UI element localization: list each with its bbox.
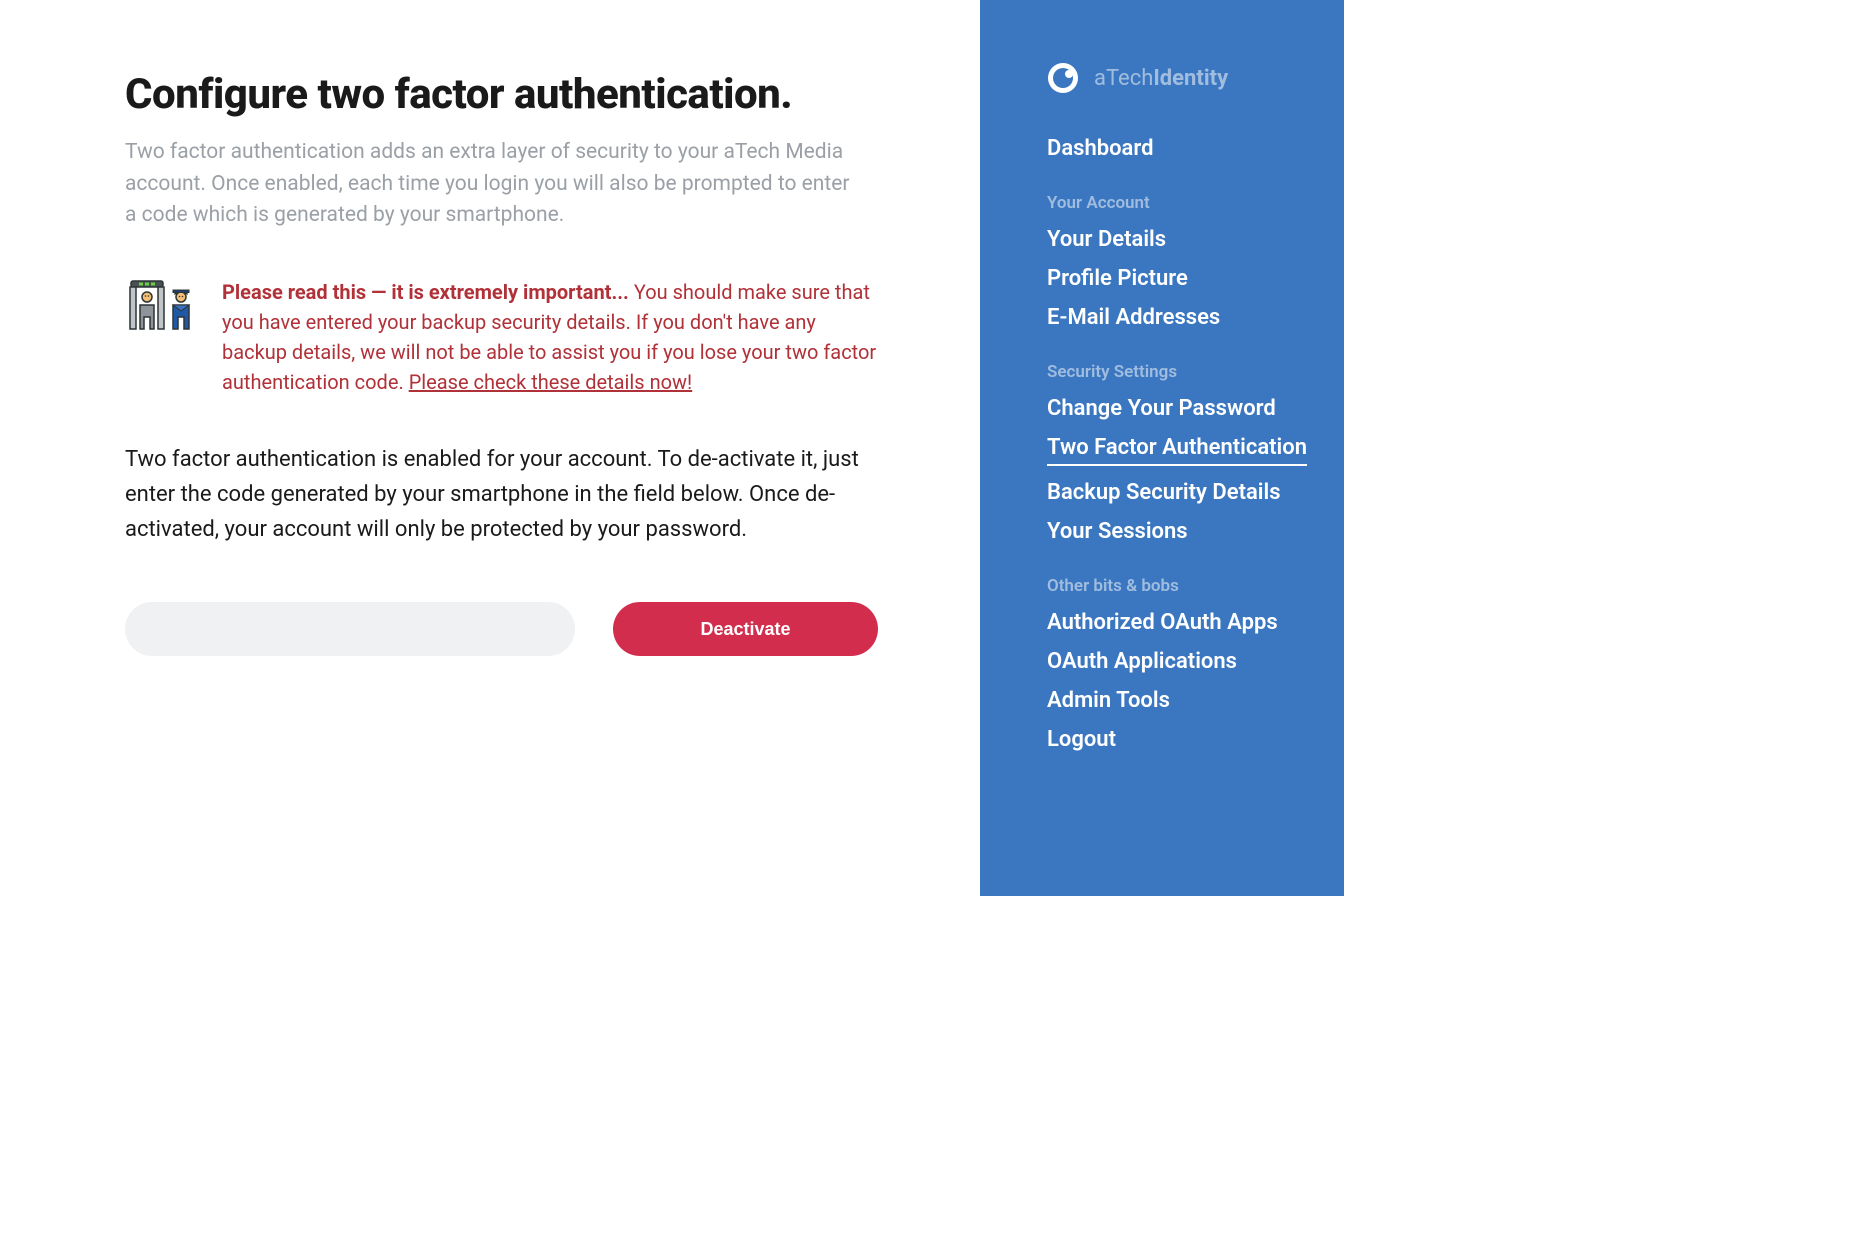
- sidebar: aTechIdentity Dashboard Your Account You…: [980, 0, 1344, 896]
- sidebar-item-your-sessions[interactable]: Your Sessions: [1047, 519, 1344, 544]
- nav-heading-account: Your Account: [1047, 193, 1344, 213]
- nav-top: Dashboard: [1047, 136, 1344, 161]
- sidebar-item-change-password[interactable]: Change Your Password: [1047, 396, 1344, 421]
- logo-icon: [1047, 62, 1079, 94]
- sidebar-item-email-addresses[interactable]: E-Mail Addresses: [1047, 305, 1344, 330]
- nav-section-account: Your Account Your Details Profile Pictur…: [1047, 193, 1344, 330]
- logo-text: aTechIdentity: [1094, 66, 1228, 91]
- page-title: Configure two factor authentication.: [125, 70, 920, 119]
- sidebar-item-two-factor-auth[interactable]: Two Factor Authentication: [1047, 435, 1307, 466]
- nav-heading-other: Other bits & bobs: [1047, 576, 1344, 596]
- nav-section-other: Other bits & bobs Authorized OAuth Apps …: [1047, 576, 1344, 752]
- sidebar-item-logout[interactable]: Logout: [1047, 727, 1344, 752]
- logo[interactable]: aTechIdentity: [1047, 62, 1344, 94]
- deactivate-button[interactable]: Deactivate: [613, 602, 878, 656]
- logo-prefix: aTech: [1094, 66, 1153, 91]
- nav-heading-security: Security Settings: [1047, 362, 1344, 382]
- code-input[interactable]: [125, 602, 575, 656]
- check-details-link[interactable]: Please check these details now!: [409, 370, 693, 394]
- sidebar-item-your-details[interactable]: Your Details: [1047, 227, 1344, 252]
- warning-box: Please read this — it is extremely impor…: [125, 277, 885, 397]
- sidebar-item-dashboard[interactable]: Dashboard: [1047, 136, 1344, 161]
- warning-strong: Please read this — it is extremely impor…: [222, 280, 629, 304]
- main-content: Configure two factor authentication. Two…: [0, 0, 980, 896]
- sidebar-item-authorized-oauth[interactable]: Authorized OAuth Apps: [1047, 610, 1344, 635]
- logo-suffix: Identity: [1153, 66, 1228, 91]
- warning-text: Please read this — it is extremely impor…: [222, 277, 885, 397]
- sidebar-item-admin-tools[interactable]: Admin Tools: [1047, 688, 1344, 713]
- nav-section-security: Security Settings Change Your Password T…: [1047, 362, 1344, 544]
- sidebar-item-profile-picture[interactable]: Profile Picture: [1047, 266, 1344, 291]
- security-guard-icon: [125, 277, 197, 337]
- sidebar-item-backup-security[interactable]: Backup Security Details: [1047, 480, 1344, 505]
- deactivate-form: Deactivate: [125, 602, 920, 656]
- sidebar-item-oauth-applications[interactable]: OAuth Applications: [1047, 649, 1344, 674]
- instructions-text: Two factor authentication is enabled for…: [125, 442, 865, 548]
- page-description: Two factor authentication adds an extra …: [125, 137, 865, 232]
